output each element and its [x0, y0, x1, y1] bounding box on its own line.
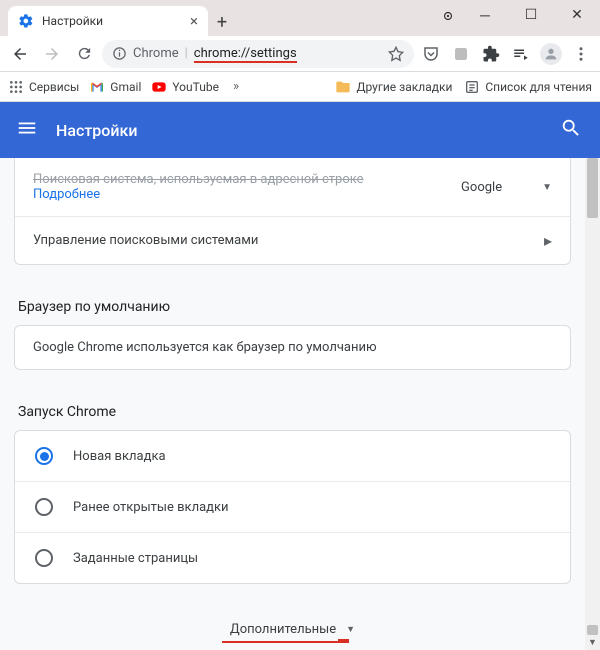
- startup-option-continue-label: Ранее открытые вкладки: [73, 500, 229, 515]
- window-maximize[interactable]: ☐: [508, 0, 554, 30]
- browser-tab[interactable]: Настройки ×: [8, 6, 208, 36]
- default-browser-heading: Браузер по умолчанию: [0, 281, 585, 325]
- chevron-down-icon: ▼: [346, 624, 355, 635]
- window-close[interactable]: ✕: [554, 0, 600, 30]
- search-engine-card: Поисковая система, используемая в адресн…: [14, 158, 571, 265]
- gmail-icon: [89, 79, 105, 95]
- bookmarks-overflow[interactable]: »: [229, 79, 243, 94]
- omnibox-chrome-label: Chrome: [133, 46, 179, 61]
- info-icon: [112, 46, 127, 61]
- reload-button[interactable]: [70, 40, 98, 68]
- extension-a-icon[interactable]: [448, 41, 474, 67]
- pocket-icon[interactable]: [418, 41, 444, 67]
- chrome-menu-icon[interactable]: [568, 41, 594, 67]
- advanced-label: Дополнительные: [230, 622, 336, 637]
- browser-toolbar: Chrome | chrome://settings: [0, 36, 600, 72]
- forward-button[interactable]: [38, 40, 66, 68]
- radio-icon: [35, 498, 53, 516]
- advanced-toggle[interactable]: Дополнительные ▼: [0, 600, 585, 650]
- omnibox[interactable]: Chrome | chrome://settings: [102, 40, 414, 68]
- startup-option-specific[interactable]: Заданные страницы: [15, 532, 570, 583]
- radio-selected-icon: [35, 447, 53, 465]
- omnibox-separator: |: [185, 46, 188, 61]
- chevron-right-icon: ▸: [544, 231, 552, 250]
- tab-close-icon[interactable]: ×: [190, 12, 198, 30]
- playlist-icon[interactable]: [508, 41, 534, 67]
- startup-heading: Запуск Chrome: [0, 386, 585, 430]
- apps-icon: [8, 79, 24, 95]
- startup-option-newtab-label: Новая вкладка: [73, 449, 166, 464]
- manage-search-engines-label: Управление поисковыми системами: [33, 233, 544, 248]
- apps-shortcut[interactable]: Сервисы: [8, 79, 79, 95]
- other-bookmarks[interactable]: Другие закладки: [335, 79, 452, 95]
- bookmark-youtube[interactable]: YouTube: [151, 79, 219, 95]
- search-engine-select[interactable]: Google ▼: [461, 180, 552, 195]
- window-minimize[interactable]: ─: [462, 0, 508, 30]
- tab-title: Настройки: [42, 14, 182, 28]
- folder-icon: [335, 79, 351, 95]
- scrollbar-thumb-bottom[interactable]: [587, 625, 598, 635]
- search-engine-desc: Поисковая система, используемая в адресн…: [33, 172, 461, 187]
- manage-search-engines[interactable]: Управление поисковыми системами ▸: [15, 216, 570, 264]
- scrollbar[interactable]: ▼: [585, 158, 600, 650]
- default-browser-card: Google Chrome используется как браузер п…: [14, 325, 571, 370]
- search-button[interactable]: [560, 117, 584, 143]
- menu-button[interactable]: [16, 117, 40, 143]
- default-browser-text: Google Chrome используется как браузер п…: [33, 340, 552, 355]
- omnibox-url: chrome://settings: [194, 46, 297, 61]
- bookmark-gmail[interactable]: Gmail: [89, 79, 141, 95]
- startup-option-specific-label: Заданные страницы: [73, 551, 198, 566]
- extensions-icon[interactable]: [478, 41, 504, 67]
- star-icon[interactable]: [388, 46, 404, 62]
- startup-card: Новая вкладка Ранее открытые вкладки Зад…: [14, 430, 571, 584]
- chevron-down-icon: ▼: [542, 182, 552, 193]
- window-indicator-icon: [441, 8, 455, 22]
- bookmarks-bar: Сервисы Gmail YouTube » Другие закладки …: [0, 72, 600, 102]
- learn-more-link[interactable]: Подробнее: [33, 187, 100, 202]
- scrollbar-thumb[interactable]: [587, 158, 598, 218]
- other-bookmarks-label: Другие закладки: [356, 80, 452, 94]
- profile-avatar[interactable]: [538, 41, 564, 67]
- reading-list-icon: [464, 79, 480, 95]
- search-engine-value: Google: [461, 180, 502, 195]
- youtube-label: YouTube: [172, 80, 219, 94]
- startup-option-continue[interactable]: Ранее открытые вкладки: [15, 481, 570, 532]
- gmail-label: Gmail: [110, 80, 141, 94]
- reading-list-label: Список для чтения: [485, 80, 592, 94]
- settings-gear-icon: [18, 13, 34, 29]
- apps-label: Сервисы: [29, 80, 79, 94]
- settings-content: ▼ Поисковая система, используемая в адре…: [0, 158, 600, 650]
- settings-header: Настройки: [0, 102, 600, 158]
- radio-icon: [35, 549, 53, 567]
- youtube-icon: [151, 79, 167, 95]
- startup-option-newtab[interactable]: Новая вкладка: [15, 431, 570, 481]
- reading-list[interactable]: Список для чтения: [464, 79, 592, 95]
- settings-title: Настройки: [56, 121, 560, 140]
- scrollbar-down-arrow[interactable]: ▼: [585, 635, 600, 650]
- back-button[interactable]: [6, 40, 34, 68]
- new-tab-button[interactable]: +: [208, 8, 236, 36]
